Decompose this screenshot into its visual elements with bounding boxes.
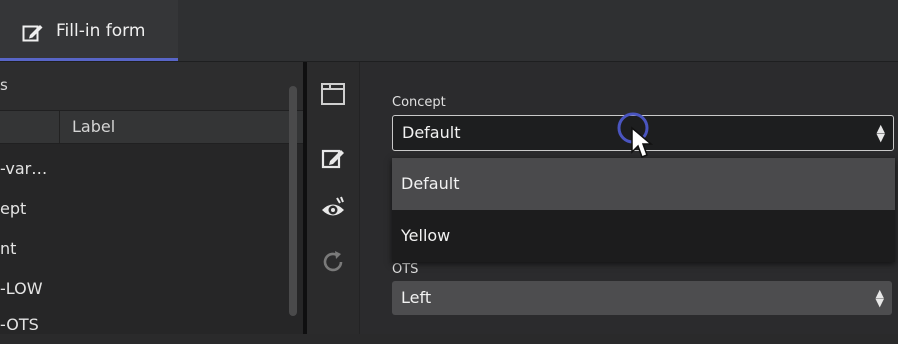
select-arrows-icon: ▲ ▼ bbox=[876, 122, 885, 144]
column-divider[interactable] bbox=[59, 111, 60, 143]
top-tab-bar: Fill-in form bbox=[0, 0, 898, 62]
dropdown-option-default[interactable]: Default bbox=[392, 158, 895, 210]
column-header-row: Label bbox=[0, 110, 303, 144]
list-item[interactable]: nt bbox=[0, 228, 290, 268]
ots-label: OTS bbox=[392, 262, 419, 277]
ots-select[interactable]: Left ▲ ▼ bbox=[392, 281, 892, 315]
refresh-icon[interactable] bbox=[319, 248, 347, 276]
side-toolbar bbox=[307, 62, 360, 334]
tab-label: Fill-in form bbox=[56, 21, 146, 41]
dropdown-option-yellow[interactable]: Yellow bbox=[392, 210, 895, 262]
list-item[interactable]: -LOW bbox=[0, 268, 290, 308]
preview-eye-icon[interactable] bbox=[319, 194, 347, 222]
ots-selected-value: Left bbox=[401, 288, 432, 307]
list-item[interactable]: -var… bbox=[0, 148, 290, 188]
column-header-label[interactable]: Label bbox=[72, 117, 115, 136]
left-panel: s Label -var… ept nt -LOW -OTS bbox=[0, 62, 303, 334]
panel-header-text: s bbox=[0, 76, 8, 94]
mouse-cursor-icon bbox=[631, 126, 654, 158]
list-item[interactable]: ept bbox=[0, 188, 290, 228]
edit-form-icon bbox=[22, 25, 43, 42]
list-item[interactable]: -OTS bbox=[0, 304, 290, 344]
window-icon[interactable] bbox=[319, 80, 347, 108]
concept-selected-value: Default bbox=[402, 123, 461, 142]
list-scrollbar[interactable] bbox=[289, 86, 297, 316]
panel-header: s bbox=[0, 62, 303, 110]
edit-icon[interactable] bbox=[319, 144, 347, 172]
tab-fill-in-form[interactable]: Fill-in form bbox=[0, 0, 178, 61]
concept-label: Concept bbox=[392, 95, 446, 110]
select-arrows-icon: ▲ ▼ bbox=[875, 287, 884, 309]
concept-dropdown-list: Default Yellow bbox=[392, 158, 895, 262]
active-tab-indicator bbox=[0, 58, 178, 61]
